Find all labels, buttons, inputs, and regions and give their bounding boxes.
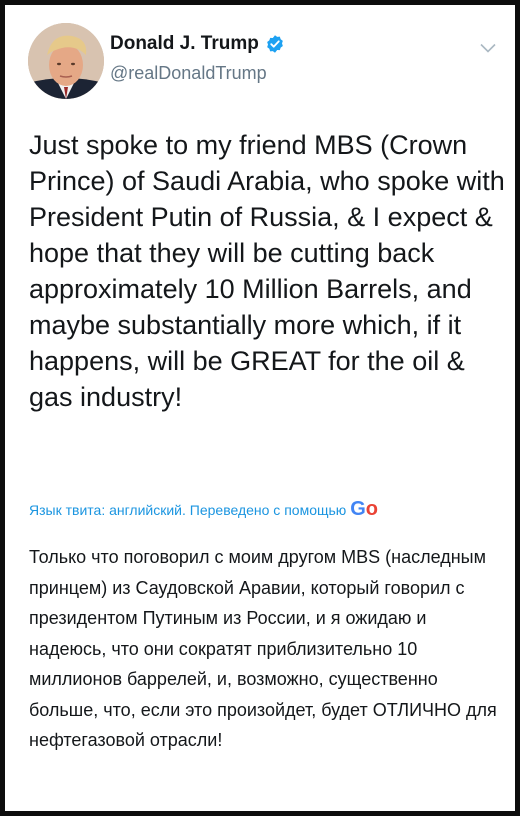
translation-label: Язык твита: английский. Переведено с пом… (29, 502, 347, 518)
display-name[interactable]: Donald J. Trump (110, 33, 259, 55)
translated-text: Только что поговорил с моим другом MBS (… (29, 547, 497, 750)
google-logo[interactable]: Go (350, 498, 378, 520)
avatar[interactable] (28, 23, 104, 99)
verified-badge-icon (267, 35, 283, 53)
profile-photo (28, 23, 104, 99)
chevron-down-icon[interactable] (480, 43, 496, 53)
tweet-text: Just spoke to my friend MBS (Crown Princ… (29, 130, 505, 412)
tweet-card: Donald J. Trump @realDonaldTrump Just sp… (5, 5, 515, 811)
user-handle[interactable]: @realDonaldTrump (110, 63, 267, 84)
translation-attribution: Язык твита: английский. Переведено с пом… (29, 498, 515, 521)
